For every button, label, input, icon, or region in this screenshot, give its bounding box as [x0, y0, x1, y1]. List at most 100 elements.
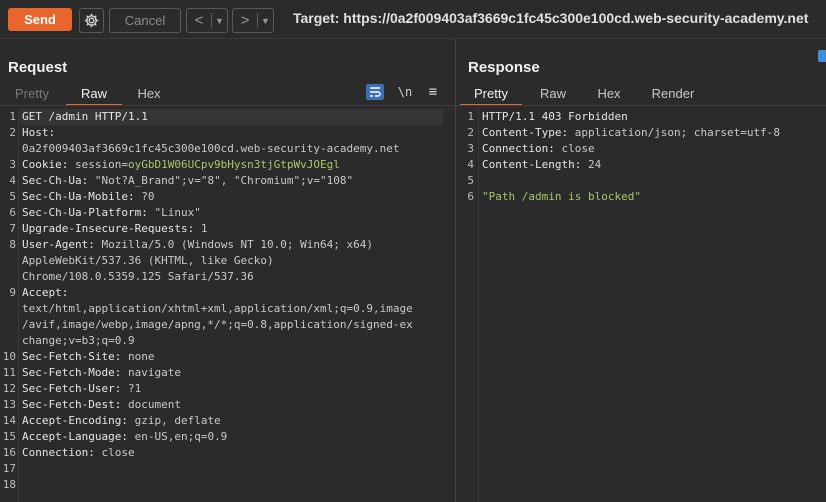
code-text: Sec-Fetch-Site: none: [22, 349, 154, 365]
line-number: 5: [9, 190, 16, 203]
code-text: Accept:: [22, 285, 68, 301]
code-line[interactable]: 6 "Path /admin is blocked": [456, 189, 826, 205]
tab-request-pretty[interactable]: Pretty: [6, 85, 58, 104]
code-line[interactable]: 6 Sec-Ch-Ua-Platform: "Linux": [0, 205, 455, 221]
tab-response-raw[interactable]: Raw: [532, 85, 574, 104]
line-number: 1: [9, 110, 16, 123]
line-number: 7: [9, 222, 16, 235]
history-back-group: < ▼: [186, 8, 228, 33]
tab-request-hex[interactable]: Hex: [126, 85, 172, 104]
code-line[interactable]: 2 Content-Type: application/json; charset…: [456, 125, 826, 141]
header-value: /avif,image/webp,image/apng,*/*;q=0.8,ap…: [22, 318, 413, 331]
code-line[interactable]: 15 Accept-Language: en-US,en;q=0.9: [0, 429, 455, 445]
line-number: 11: [2, 366, 16, 379]
newline-toggle[interactable]: \n: [396, 84, 414, 100]
header-value: 0a2f009403af3669c1fc45c300e100cd.web-sec…: [22, 142, 400, 155]
code-line[interactable]: 16 Connection: close: [0, 445, 455, 461]
header-name: Sec-Ch-Ua-Mobile:: [22, 190, 142, 203]
target-url[interactable]: Target: https://0a2f009403af3669c1fc45c3…: [293, 10, 808, 26]
header-value: ?0: [141, 190, 155, 203]
header-value: "Linux": [154, 206, 201, 219]
code-text: Sec-Ch-Ua-Platform: "Linux": [22, 205, 201, 221]
header-value: text/html,application/xhtml+xml,applicat…: [22, 302, 413, 315]
code-line[interactable]: change;v=b3;q=0.9: [0, 333, 455, 349]
wrap-icon: [370, 87, 381, 97]
code-line[interactable]: 5: [456, 173, 826, 189]
header-name: User-Agent:: [22, 238, 102, 251]
code-line[interactable]: 8 User-Agent: Mozilla/5.0 (Windows NT 10.…: [0, 237, 455, 253]
header-value: application/json; charset=utf-8: [574, 126, 781, 139]
code-text: Cookie: session=oyGbD1W06UCpv9bHysn3tjGt…: [22, 157, 340, 173]
code-line[interactable]: 11 Sec-Fetch-Mode: navigate: [0, 365, 455, 381]
line-number: 2: [467, 126, 474, 139]
code-line[interactable]: 18: [0, 477, 455, 493]
code-text: AppleWebKit/537.36 (KHTML, like Gecko): [22, 253, 274, 269]
header-name: Accept-Language:: [22, 430, 135, 443]
tab-response-render[interactable]: Render: [646, 85, 700, 104]
line-number: 10: [2, 350, 16, 363]
code-line[interactable]: 1 HTTP/1.1 403 Forbidden: [456, 109, 826, 125]
code-line[interactable]: 10 Sec-Fetch-Site: none: [0, 349, 455, 365]
code-line[interactable]: 4 Content-Length: 24: [456, 157, 826, 173]
header-value: document: [127, 398, 181, 411]
code-text: User-Agent: Mozilla/5.0 (Windows NT 10.0…: [22, 237, 373, 253]
line-number: 6: [9, 206, 16, 219]
header-value: AppleWebKit/537.36 (KHTML, like Gecko): [22, 254, 274, 267]
menu-icon[interactable]: ≡: [424, 84, 442, 100]
send-button[interactable]: Send: [8, 8, 72, 31]
line-number: 2: [9, 126, 16, 139]
header-value: ?1: [127, 382, 142, 395]
line-number: 3: [467, 142, 474, 155]
header-value: none: [127, 350, 155, 363]
code-text: 0a2f009403af3669c1fc45c300e100cd.web-sec…: [22, 141, 400, 157]
code-line[interactable]: 0a2f009403af3669c1fc45c300e100cd.web-sec…: [0, 141, 455, 157]
code-line[interactable]: 17: [0, 461, 455, 477]
code-line[interactable]: 14 Accept-Encoding: gzip, deflate: [0, 413, 455, 429]
code-line[interactable]: 13 Sec-Fetch-Dest: document: [0, 397, 455, 413]
tab-response-pretty[interactable]: Pretty: [460, 85, 522, 106]
code-line[interactable]: Chrome/108.0.5359.125 Safari/537.36: [0, 269, 455, 285]
line-number: 3: [9, 158, 16, 171]
header-name: Content-Length:: [482, 158, 588, 171]
code-line[interactable]: 3 Cookie: session=oyGbD1W06UCpv9bHysn3tjG…: [0, 157, 455, 173]
divider: [456, 105, 826, 106]
code-text: Sec-Fetch-Mode: navigate: [22, 365, 181, 381]
back-arrow-button[interactable]: <: [187, 12, 211, 29]
code-line[interactable]: 2 Host:: [0, 125, 455, 141]
code-line[interactable]: 4 Sec-Ch-Ua: "Not?A_Brand";v="8", "Chromi…: [0, 173, 455, 189]
code-line[interactable]: 1 GET /admin HTTP/1.1: [9, 109, 443, 125]
settings-gear-button[interactable]: [79, 8, 104, 33]
tab-request-raw[interactable]: Raw: [66, 85, 122, 106]
header-name: Content-Type:: [482, 126, 575, 139]
forward-history-dropdown[interactable]: ▼: [258, 16, 273, 26]
header-name: Upgrade-Insecure-Requests:: [22, 222, 201, 235]
header-value: 1: [200, 222, 208, 235]
forward-arrow-button[interactable]: >: [233, 12, 257, 29]
code-line[interactable]: AppleWebKit/537.36 (KHTML, like Gecko): [0, 253, 455, 269]
cookie-value: oyGbD1W06UCpv9bHysn3tjGtpWvJOEgl: [127, 158, 340, 171]
tab-response-hex[interactable]: Hex: [588, 85, 630, 104]
gear-icon: [84, 13, 99, 28]
code-line[interactable]: /avif,image/webp,image/apng,*/*;q=0.8,ap…: [0, 317, 455, 333]
response-editor[interactable]: 1 HTTP/1.1 403 Forbidden 2 Content-Type: ap…: [456, 109, 826, 502]
back-history-dropdown[interactable]: ▼: [212, 16, 227, 26]
code-text: Accept-Language: en-US,en;q=0.9: [22, 429, 227, 445]
code-line[interactable]: 5 Sec-Ch-Ua-Mobile: ?0: [0, 189, 455, 205]
cancel-button[interactable]: Cancel: [109, 8, 181, 33]
code-line[interactable]: text/html,application/xhtml+xml,applicat…: [0, 301, 455, 317]
code-line[interactable]: 7 Upgrade-Insecure-Requests: 1: [0, 221, 455, 237]
header-name: Sec-Ch-Ua:: [22, 174, 95, 187]
wrap-lines-toggle[interactable]: [366, 84, 384, 100]
header-value: session=: [74, 158, 128, 171]
code-text: Accept-Encoding: gzip, deflate: [22, 413, 221, 429]
code-text: text/html,application/xhtml+xml,applicat…: [22, 301, 413, 317]
code-line[interactable]: 9 Accept:: [0, 285, 455, 301]
code-text: Host:: [22, 125, 55, 141]
header-value: Mozilla/5.0 (Windows NT 10.0; Win64; x64…: [101, 238, 374, 251]
line-number: 14: [2, 414, 16, 427]
code-line[interactable]: 3 Connection: close: [456, 141, 826, 157]
header-name: Connection:: [22, 446, 102, 459]
header-name: Accept:: [22, 286, 69, 299]
code-line[interactable]: 12 Sec-Fetch-User: ?1: [0, 381, 455, 397]
request-editor[interactable]: 1 GET /admin HTTP/1.1 2 Host: 0a2f009403af36…: [0, 109, 455, 502]
